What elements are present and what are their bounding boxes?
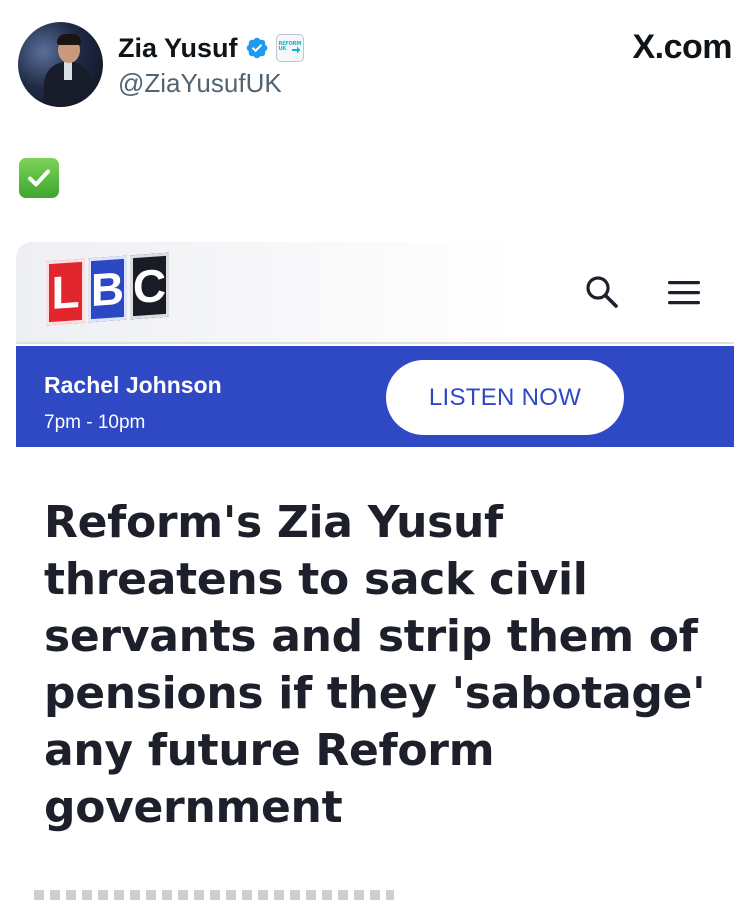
now-playing-bar: Rachel Johnson 7pm - 10pm LISTEN NOW (16, 346, 734, 447)
tweet-text (19, 158, 59, 198)
arrow-right-icon (291, 46, 301, 54)
check-mark-emoji-icon (19, 158, 59, 198)
lbc-logo[interactable]: L B C (46, 252, 171, 328)
lbc-logo-letter: L (46, 258, 85, 326)
avatar[interactable] (18, 22, 103, 107)
headline-line: government (44, 782, 343, 833)
author-name[interactable]: Zia Yusuf (118, 33, 238, 64)
author-handle[interactable]: @ZiaYusufUK (118, 68, 282, 99)
headline-line: pensions if they 'sabotage' (44, 668, 706, 719)
cropped-byline-text (34, 884, 434, 900)
x-logo: X.com (632, 28, 732, 66)
search-icon[interactable] (584, 274, 620, 310)
hamburger-menu-icon[interactable] (666, 278, 702, 308)
tweet-screenshot: Zia Yusuf REFORM UK @ZiaYusufUK X.com L … (0, 0, 750, 900)
headline-line: threatens to sack civil (44, 554, 588, 605)
show-time: 7pm - 10pm (44, 412, 146, 433)
attached-image-lbc-article[interactable]: L B C Rachel Johnson 7pm - 10pm LISTEN N… (16, 242, 734, 900)
author-name-row: Zia Yusuf REFORM UK (118, 31, 304, 65)
headline-line: any future Reform (44, 725, 495, 776)
headline-line: Reform's Zia Yusuf (44, 497, 503, 548)
reform-uk-affiliate-badge[interactable]: REFORM UK (275, 34, 304, 62)
listen-now-button[interactable]: LISTEN NOW (386, 360, 624, 435)
lbc-site-header: L B C (16, 242, 734, 344)
article-headline: Reform's Zia Yusuf threatens to sack civ… (44, 494, 714, 836)
lbc-logo-letter: C (130, 252, 169, 320)
verified-badge-icon (246, 37, 267, 59)
lbc-logo-letter: B (88, 255, 127, 323)
tweet-header: Zia Yusuf REFORM UK @ZiaYusufUK X.com (18, 22, 732, 112)
headline-line: servants and strip them of (44, 611, 698, 662)
presenter-name: Rachel Johnson (44, 372, 222, 398)
